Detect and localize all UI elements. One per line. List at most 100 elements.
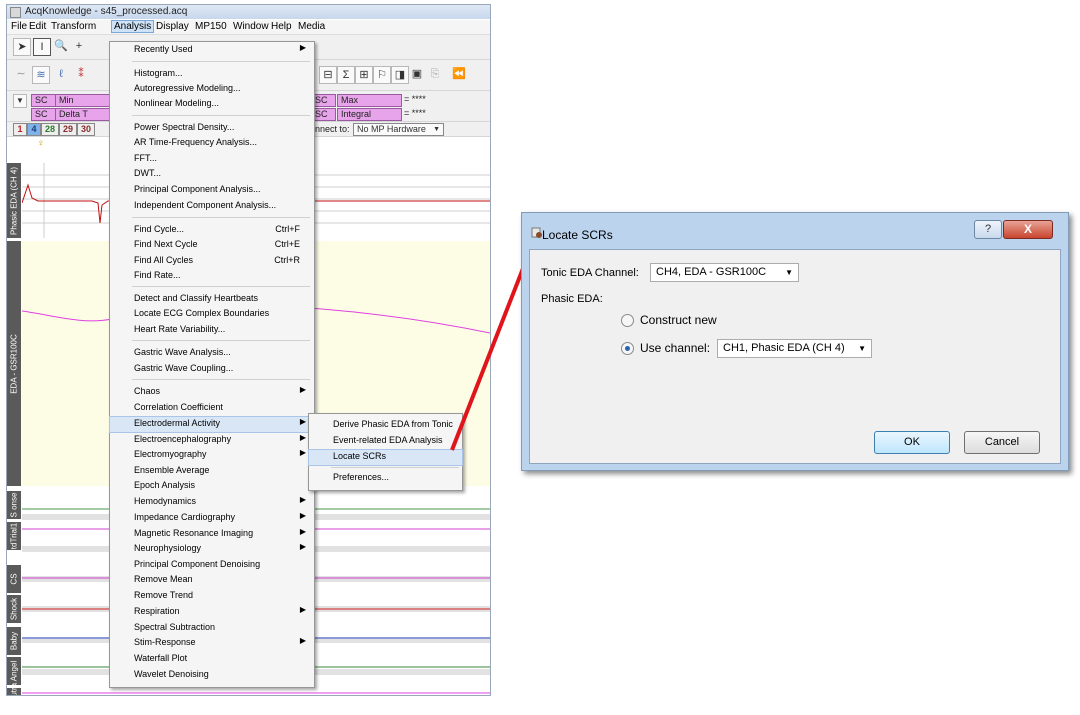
menu-item-recently-used[interactable]: Recently Used ▶	[110, 43, 314, 58]
channel-label-shock[interactable]: Shock	[7, 595, 21, 623]
construct-new-radio[interactable]	[621, 314, 634, 327]
measure-channel-2[interactable]: SC	[31, 108, 56, 121]
menu-item-nonlinear-modeling[interactable]: Nonlinear Modeling...	[110, 97, 314, 112]
menu-item-find-cycle[interactable]: Find Cycle... Ctrl+F	[110, 223, 314, 238]
menu-item-heart-rate-variability[interactable]: Heart Rate Variability...	[110, 323, 314, 338]
measure-icon[interactable]: ⊟	[319, 66, 337, 84]
menu-display[interactable]: Display	[156, 21, 189, 32]
menu-item-ensemble-average[interactable]: Ensemble Average	[110, 464, 314, 479]
zoom-icon[interactable]: 🔍	[53, 38, 69, 54]
menu-item-fft[interactable]: FFT...	[110, 152, 314, 167]
measure-dropdown-icon[interactable]: ▼	[13, 94, 27, 108]
menu-file[interactable]: File	[11, 21, 27, 32]
channel-label-neutral[interactable]: eutra	[7, 682, 21, 695]
menu-item-power-spectral-density[interactable]: Power Spectral Density...	[110, 121, 314, 136]
menu-item-independent-component-analysis[interactable]: Independent Component Analysis...	[110, 199, 314, 214]
menu-item-stim-response[interactable]: Stim-Response ▶	[110, 636, 314, 651]
close-button[interactable]: X	[1003, 220, 1053, 239]
menu-item-find-next-cycle[interactable]: Find Next Cycle Ctrl+E	[110, 238, 314, 253]
menu-item-principal-component-analysis[interactable]: Principal Component Analysis...	[110, 183, 314, 198]
measure-channel-1[interactable]: SC	[31, 94, 56, 107]
channel-label-eda[interactable]: EDA - GSR100C	[7, 241, 21, 486]
marker-icon[interactable]: ◨	[391, 66, 409, 84]
menu-item-spectral-subtraction[interactable]: Spectral Subtraction	[110, 621, 314, 636]
channel-label-phasic-eda[interactable]: Phasic EDA (CH 4)	[7, 163, 21, 238]
menu-edit[interactable]: Edit	[29, 21, 46, 32]
menu-mp150[interactable]: MP150	[195, 21, 227, 32]
menu-analysis[interactable]: Analysis	[111, 20, 155, 33]
wave-icon[interactable]: ∼	[13, 66, 29, 82]
stacked-wave-icon[interactable]: ≋	[32, 66, 50, 84]
menu-item-neurophysiology[interactable]: Neurophysiology ▶	[110, 542, 314, 557]
menu-item-locate-ecg-complex-boundaries[interactable]: Locate ECG Complex Boundaries	[110, 307, 314, 322]
menu-item-gastric-wave-coupling[interactable]: Gastric Wave Coupling...	[110, 362, 314, 377]
menu-item-autoregressive-modeling[interactable]: Autoregressive Modeling...	[110, 82, 314, 97]
channel-label-baby[interactable]: Baby	[7, 627, 21, 655]
menu-item-magnetic-resonance-imaging[interactable]: Magnetic Resonance Imaging ▶	[110, 527, 314, 542]
crosshair-icon[interactable]: +	[71, 38, 87, 54]
channel-label-response[interactable]: S onse	[7, 491, 21, 519]
menu-item-chaos[interactable]: Chaos ▶	[110, 385, 314, 400]
menu-item-dwt[interactable]: DWT...	[110, 167, 314, 182]
menu-item-electromyography[interactable]: Electromyography ▶	[110, 448, 314, 463]
menu-item-ar-time-frequency-analysis[interactable]: AR Time-Frequency Analysis...	[110, 136, 314, 151]
chart-icon[interactable]: ⁑	[73, 66, 89, 82]
measure-function-4[interactable]: Integral	[337, 108, 402, 121]
menu-media[interactable]: Media	[298, 21, 325, 32]
menu-item-respiration[interactable]: Respiration ▶	[110, 605, 314, 620]
submenu-item-event-related-eda-analysis[interactable]: Event-related EDA Analysis	[309, 434, 462, 449]
menu-item-electrodermal-activity[interactable]: Electrodermal Activity ▶	[109, 416, 315, 433]
menu-help[interactable]: Help	[271, 21, 292, 32]
menu-item-label: Respiration	[134, 606, 180, 616]
channel-label-trial[interactable]: tdTrial1	[7, 522, 21, 550]
connect-select[interactable]: No MP Hardware ▼	[353, 123, 444, 136]
use-channel-radio[interactable]	[621, 342, 634, 355]
menu-transform[interactable]: Transform	[51, 21, 96, 32]
channel-button-28[interactable]: 28	[41, 123, 59, 136]
channel-label-cs[interactable]: CS	[7, 565, 21, 593]
use-channel-select[interactable]: CH1, Phasic EDA (CH 4) ▼	[717, 339, 872, 358]
menu-item-find-rate[interactable]: Find Rate...	[110, 269, 314, 284]
save-icon[interactable]: ▣	[409, 66, 425, 82]
menu-item-gastric-wave-analysis[interactable]: Gastric Wave Analysis...	[110, 346, 314, 361]
ok-button[interactable]: OK	[874, 431, 950, 454]
menu-window[interactable]: Window	[233, 21, 269, 32]
channel-button-30[interactable]: 30	[77, 123, 95, 136]
channel-button-4[interactable]: 4	[27, 123, 41, 136]
submenu-item-locate-scrs[interactable]: Locate SCRs	[308, 449, 463, 466]
submenu-item-derive-phasic-eda-from-tonic[interactable]: Derive Phasic EDA from Tonic	[309, 418, 462, 433]
grid-icon[interactable]: ⊞	[355, 66, 373, 84]
channel-label-angel[interactable]: Angel	[7, 657, 21, 685]
menu-item-epoch-analysis[interactable]: Epoch Analysis	[110, 479, 314, 494]
menu-item-waterfall-plot[interactable]: Waterfall Plot	[110, 652, 314, 667]
menu-item-detect-and-classify-heartbeats[interactable]: Detect and Classify Heartbeats	[110, 292, 314, 307]
copy-icon[interactable]: ⎘	[427, 66, 443, 82]
cancel-button[interactable]: Cancel	[964, 431, 1040, 454]
submenu-item-preferences[interactable]: Preferences...	[309, 471, 462, 486]
measure-function-3[interactable]: Max	[337, 94, 402, 107]
menu-item-remove-trend[interactable]: Remove Trend	[110, 589, 314, 604]
help-button[interactable]: ?	[974, 220, 1002, 239]
menu-item-impedance-cardiography[interactable]: Impedance Cardiography ▶	[110, 511, 314, 526]
menu-item-remove-mean[interactable]: Remove Mean	[110, 573, 314, 588]
ibeam-cursor-icon[interactable]: I	[33, 38, 51, 56]
menu-item-correlation-coefficient[interactable]: Correlation Coefficient	[110, 401, 314, 416]
channel-button-29[interactable]: 29	[59, 123, 77, 136]
marker-icon[interactable]: ♀	[37, 138, 45, 149]
arrow-cursor-icon[interactable]: ➤	[13, 38, 31, 56]
menu-item-electroencephalography[interactable]: Electroencephalography ▶	[110, 433, 314, 448]
menu-item-hemodynamics[interactable]: Hemodynamics ▶	[110, 495, 314, 510]
overlap-icon[interactable]: ℓ	[53, 66, 69, 82]
tonic-eda-select[interactable]: CH4, EDA - GSR100C ▼	[650, 263, 799, 282]
sum-icon[interactable]: Σ	[337, 66, 355, 84]
construct-new-label[interactable]: Construct new	[640, 313, 717, 327]
flag-icon[interactable]: ⚐	[373, 66, 391, 84]
rewind-icon[interactable]: ⏪	[451, 66, 467, 82]
menu-item-histogram[interactable]: Histogram...	[110, 67, 314, 82]
menu-item-find-all-cycles[interactable]: Find All Cycles Ctrl+R	[110, 254, 314, 269]
channel-button-1[interactable]: 1	[13, 123, 27, 136]
use-channel-label[interactable]: Use channel:	[640, 341, 710, 355]
menu-shortcut: Ctrl+F	[275, 224, 300, 234]
menu-item-principal-component-denoising[interactable]: Principal Component Denoising	[110, 558, 314, 573]
menu-item-wavelet-denoising[interactable]: Wavelet Denoising	[110, 668, 314, 683]
